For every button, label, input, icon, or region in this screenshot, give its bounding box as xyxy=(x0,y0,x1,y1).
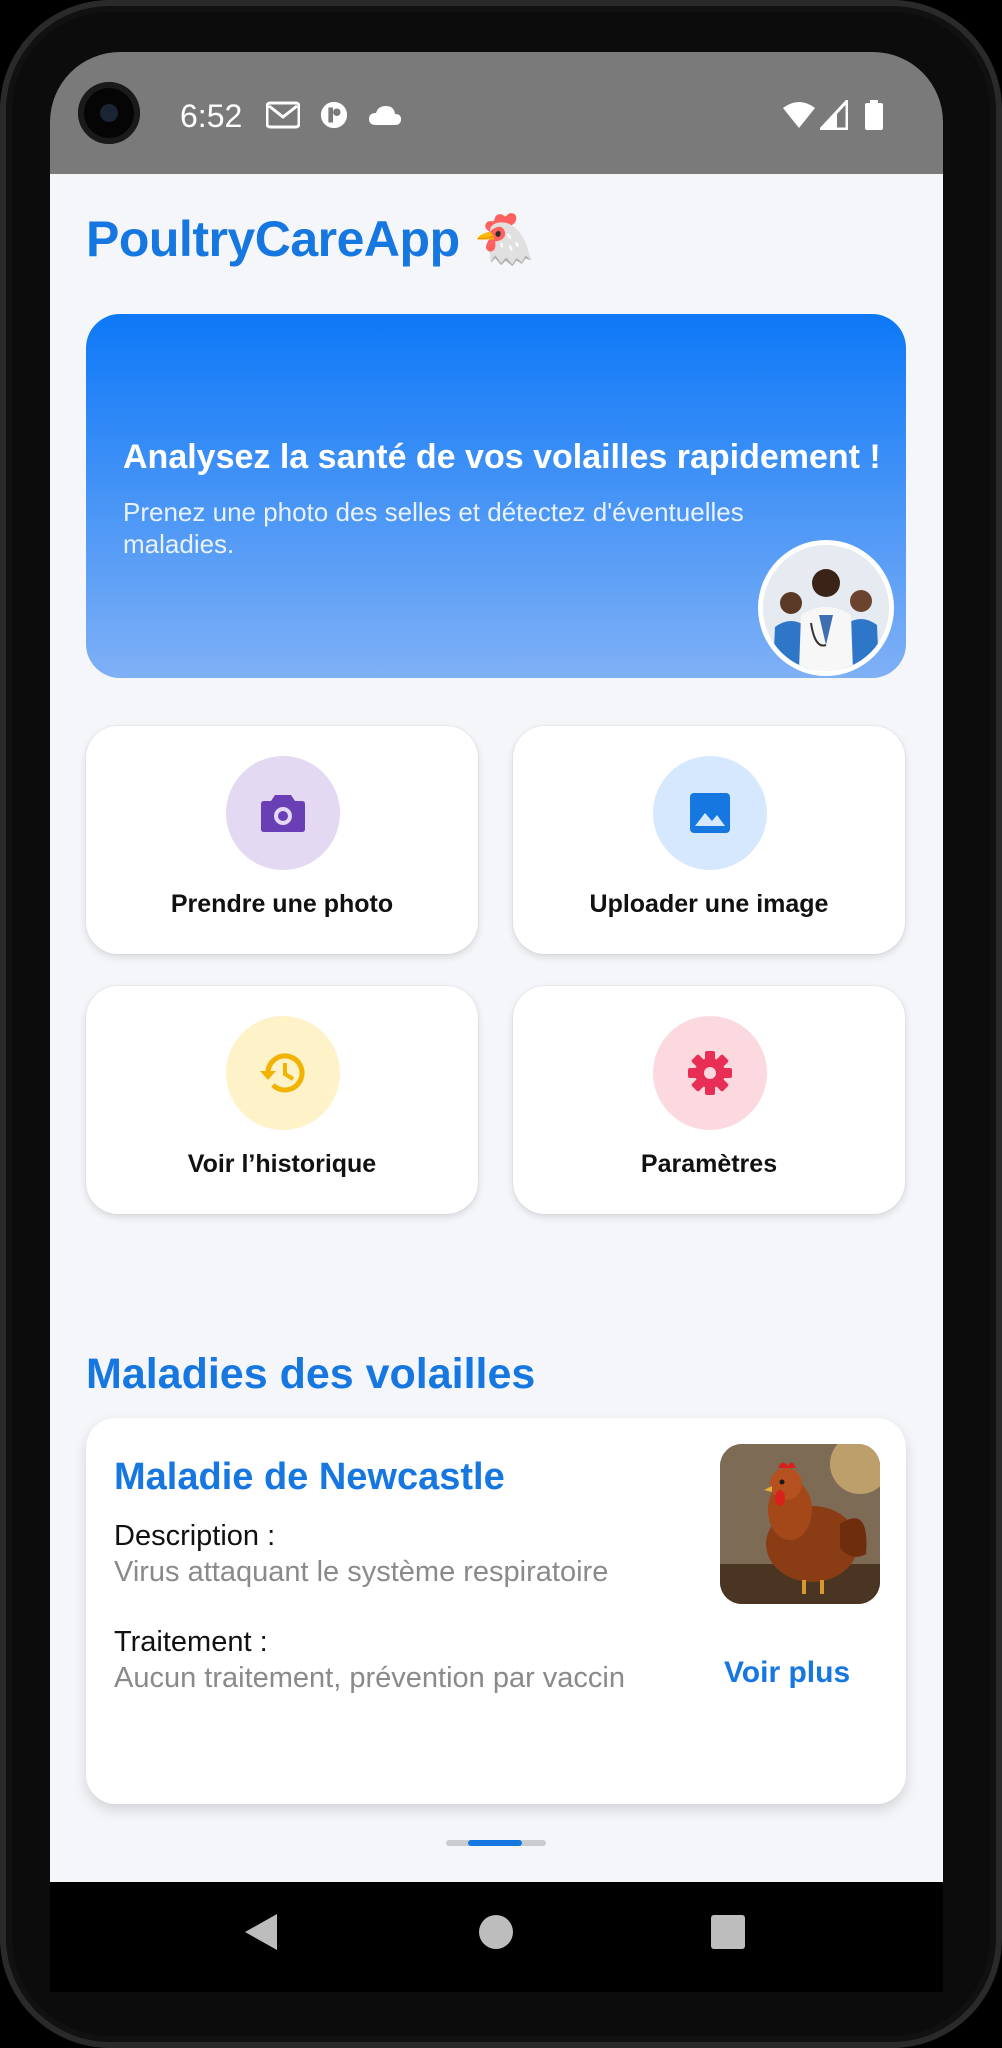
recents-icon[interactable] xyxy=(710,1912,746,1952)
battery-icon xyxy=(865,100,883,130)
view-history-icon-circle xyxy=(226,1016,340,1130)
treatment-label: Traitement : xyxy=(114,1626,268,1658)
description-label: Description : xyxy=(114,1520,276,1552)
cloud-icon xyxy=(369,106,401,125)
settings-button[interactable]: Paramètres xyxy=(513,986,905,1214)
wifi-icon xyxy=(783,102,815,128)
chicken-photo xyxy=(720,1444,880,1604)
description-text: Virus attaquant le système respiratoire xyxy=(114,1556,609,1588)
take-photo-label: Prendre une photo xyxy=(170,890,394,918)
page-indicator xyxy=(446,1840,546,1846)
hero-banner: Analysez la santé de vos volailles rapid… xyxy=(86,314,906,678)
chicken-emoji-icon: 🐔 xyxy=(473,210,535,268)
take-photo-button[interactable]: Prendre une photo xyxy=(86,726,478,954)
history-icon xyxy=(260,1053,305,1093)
signal-icon xyxy=(820,100,848,130)
phone-frame: 6:52 PoultryCareApp 🐔 Analysez la santé … xyxy=(0,0,1002,2048)
vets-photo xyxy=(763,545,889,671)
app-title: PoultryCareApp 🐔 xyxy=(86,210,535,269)
view-history-button[interactable]: Voir l’historique xyxy=(86,986,478,1214)
settings-label: Paramètres xyxy=(640,1150,778,1178)
system-nav-bar xyxy=(50,1882,943,1992)
disease-card[interactable]: Maladie de Newcastle Description : Virus… xyxy=(86,1418,906,1804)
see-more-link[interactable]: Voir plus xyxy=(724,1656,850,1690)
camera-icon xyxy=(261,795,305,832)
view-history-label: Voir l’historique xyxy=(187,1150,377,1178)
app-icon xyxy=(320,101,348,129)
banner-subtitle: Prenez une photo des selles et détectez … xyxy=(123,497,744,559)
device-screen: 6:52 PoultryCareApp 🐔 Analysez la santé … xyxy=(50,52,943,1992)
page-indicator-active xyxy=(468,1840,522,1846)
take-photo-icon-circle xyxy=(226,756,340,870)
banner-title: Analysez la santé de vos volailles rapid… xyxy=(123,438,881,476)
upload-image-button[interactable]: Uploader une image xyxy=(513,726,905,954)
diseases-section-title: Maladies des volailles xyxy=(86,1350,536,1398)
image-icon xyxy=(690,793,730,833)
upload-image-icon-circle xyxy=(653,756,767,870)
gear-icon xyxy=(688,1051,732,1095)
treatment-text: Aucun traitement, prévention par vaccin xyxy=(114,1662,625,1694)
status-bar: 6:52 xyxy=(50,52,943,174)
disease-title: Maladie de Newcastle xyxy=(114,1456,505,1498)
status-time: 6:52 xyxy=(180,98,243,134)
gmail-icon xyxy=(266,101,300,129)
app-screen: PoultryCareApp 🐔 Analysez la santé de vo… xyxy=(50,174,943,1882)
upload-image-label: Uploader une image xyxy=(589,890,829,918)
home-icon[interactable] xyxy=(478,1912,514,1952)
settings-icon-circle xyxy=(653,1016,767,1130)
back-icon[interactable] xyxy=(243,1912,279,1952)
vets-avatar xyxy=(758,540,894,676)
app-title-text: PoultryCareApp xyxy=(86,211,460,267)
front-camera xyxy=(78,82,140,144)
